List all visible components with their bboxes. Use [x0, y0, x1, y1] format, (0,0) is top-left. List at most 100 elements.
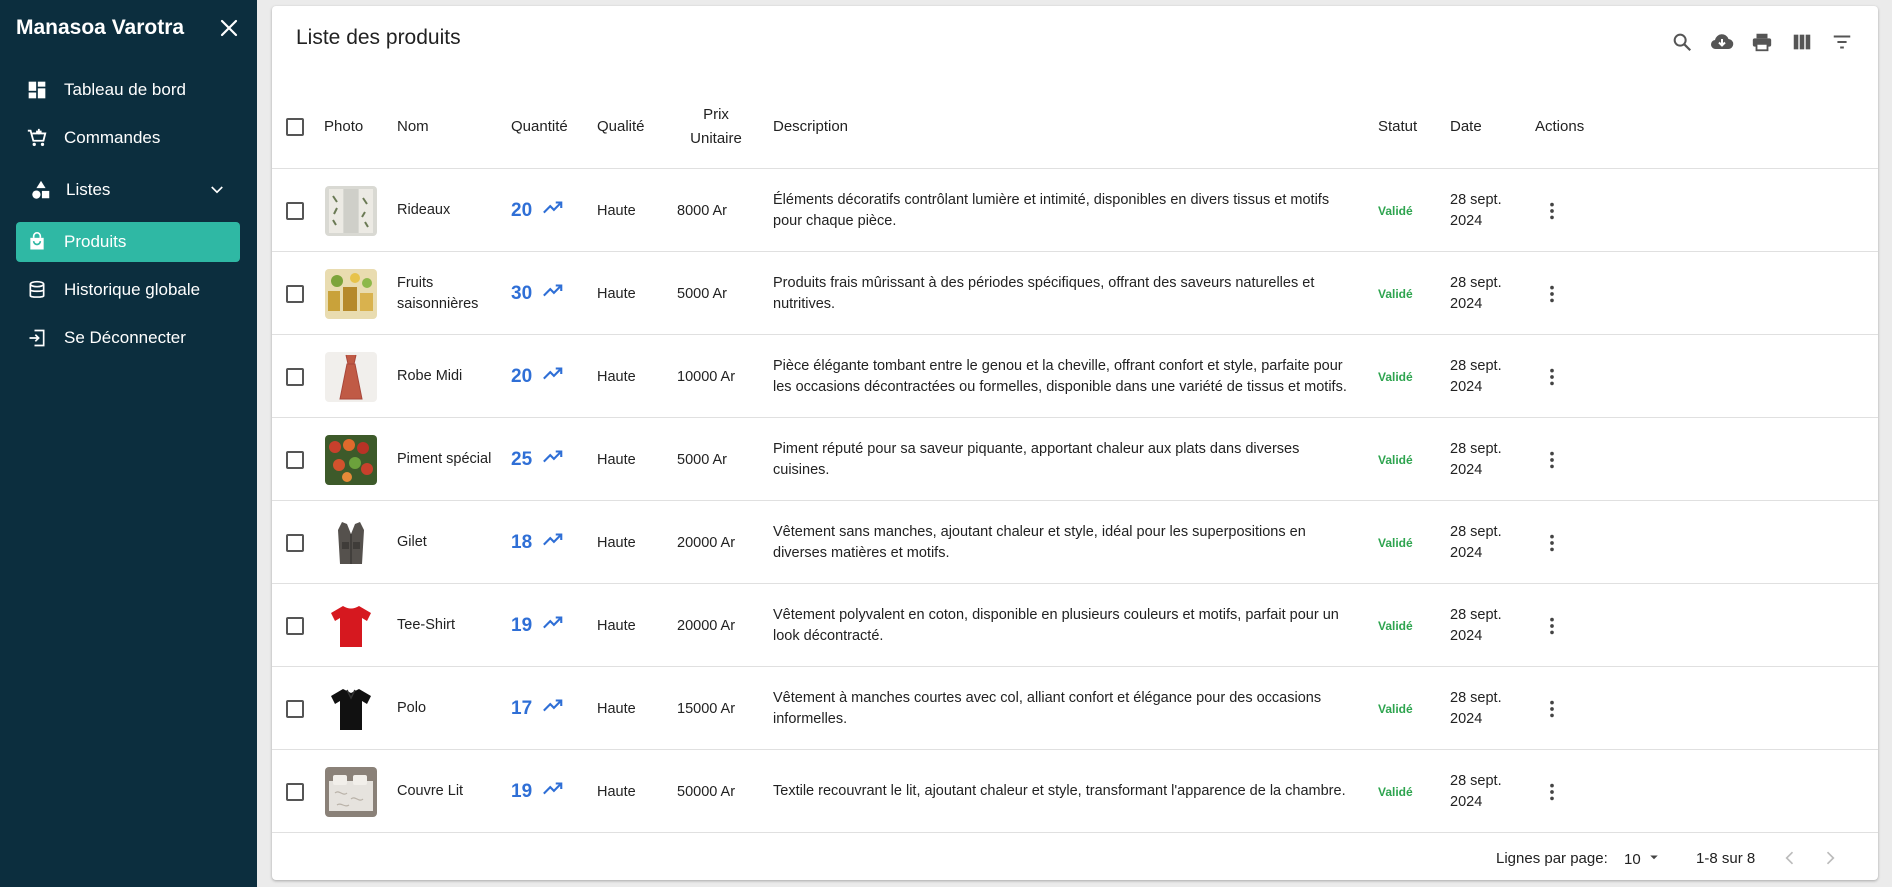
row-checkbox[interactable] — [286, 699, 304, 718]
sidebar-item-label: Commandes — [64, 128, 161, 147]
table-row[interactable]: Piment spécial 25 Haute 5000 Ar Piment r… — [272, 418, 1878, 501]
more-vertical-icon[interactable] — [1540, 448, 1564, 472]
download-cloud-icon[interactable] — [1708, 28, 1736, 56]
table-row[interactable]: Couvre Lit 19 Haute 50000 Ar Textile rec… — [272, 750, 1878, 833]
product-photo — [325, 268, 377, 319]
description-value: Vêtement à manches courtes avec col, all… — [773, 689, 1322, 727]
product-photo — [325, 351, 377, 402]
header-qualite[interactable]: Qualité — [597, 84, 645, 169]
quantity-value: 20 — [511, 363, 564, 391]
quantity-number: 19 — [511, 614, 533, 636]
date-cell: 28 sept. 2024 — [1450, 418, 1502, 501]
description-value: Éléments décoratifs contrôlant lumière e… — [773, 191, 1330, 229]
sidebar-item-tableau-de-bord[interactable]: Tableau de bord — [16, 70, 240, 110]
status-text: Validé — [1378, 203, 1413, 218]
date-line1: 28 sept. — [1450, 357, 1502, 374]
more-vertical-icon[interactable] — [1540, 282, 1564, 306]
select-all-checkbox[interactable] — [286, 117, 304, 136]
rows-per-page-value: 10 — [1624, 850, 1641, 868]
actions-cell — [1540, 335, 1564, 418]
chevron-down-icon[interactable] — [208, 181, 226, 199]
product-name: Robe Midi — [397, 368, 463, 384]
description-value: Pièce élégante tombant entre le genou et… — [773, 357, 1347, 395]
sidebar-item-commandes[interactable]: Commandes — [16, 118, 240, 158]
table-row[interactable]: Gilet 18 Haute 20000 Ar Vêtement sans ma… — [272, 501, 1878, 584]
row-checkbox[interactable] — [286, 533, 304, 552]
photo-cell — [325, 667, 377, 750]
status-badge: Validé — [1378, 501, 1413, 584]
sidebar-item-listes[interactable]: Listes — [16, 166, 240, 214]
date-line2: 2024 — [1450, 461, 1483, 478]
row-checkbox[interactable] — [286, 616, 304, 635]
table-header: Photo Nom Quantité Qualité Prix Unitaire… — [272, 84, 1878, 169]
header-quantite[interactable]: Quantité — [511, 84, 568, 169]
search-icon[interactable] — [1668, 28, 1696, 56]
description-value: Vêtement polyvalent en coton, disponible… — [773, 606, 1339, 644]
caret-down-icon — [1645, 848, 1663, 870]
filter-icon[interactable] — [1828, 28, 1856, 56]
actions-cell — [1540, 667, 1564, 750]
date-line2: 2024 — [1450, 710, 1483, 727]
quantity-value: 30 — [511, 280, 564, 308]
header-date[interactable]: Date — [1450, 84, 1482, 169]
row-checkbox[interactable] — [286, 284, 304, 303]
product-photo — [325, 185, 377, 236]
sidebar-item-se-deconnecter[interactable]: Se Déconnecter — [16, 318, 240, 358]
header-description[interactable]: Description — [773, 84, 848, 169]
row-checkbox[interactable] — [286, 201, 304, 220]
description-value: Vêtement sans manches, ajoutant chaleur … — [773, 523, 1306, 561]
price-value: 20000 Ar — [677, 617, 736, 634]
table-row[interactable]: Rideaux 20 Haute 8000 Ar Éléments décora… — [272, 169, 1878, 252]
table-row[interactable]: Robe Midi 20 Haute 10000 Ar Pièce élégan… — [272, 335, 1878, 418]
quantity-cell: 30 — [511, 252, 564, 335]
price-value: 5000 Ar — [677, 451, 727, 468]
table-row[interactable]: Tee-Shirt 19 Haute 20000 Ar Vêtement pol… — [272, 584, 1878, 667]
status-text: Validé — [1378, 784, 1413, 799]
table-row[interactable]: Polo 17 Haute 15000 Ar Vêtement à manche… — [272, 667, 1878, 750]
more-vertical-icon[interactable] — [1540, 614, 1564, 638]
chevron-left-icon[interactable] — [1778, 846, 1802, 870]
table-row[interactable]: Fruits saisonnières 30 Haute 5000 Ar Pro… — [272, 252, 1878, 335]
header-photo[interactable]: Photo — [324, 84, 363, 169]
photo-cell — [325, 418, 377, 501]
sidebar-item-produits[interactable]: Produits — [16, 222, 240, 262]
row-checkbox[interactable] — [286, 450, 304, 469]
photo-cell — [325, 584, 377, 667]
chevron-right-icon[interactable] — [1818, 846, 1842, 870]
status-text: Validé — [1378, 452, 1413, 467]
more-vertical-icon[interactable] — [1540, 697, 1564, 721]
header-prix-unitaire[interactable]: Prix Unitaire — [676, 84, 756, 169]
quantity-value: 20 — [511, 197, 564, 225]
row-checkbox-cell — [286, 667, 304, 750]
quality-value: Haute — [597, 202, 636, 219]
date-cell: 28 sept. 2024 — [1450, 584, 1502, 667]
close-icon[interactable] — [217, 16, 241, 40]
row-checkbox[interactable] — [286, 782, 304, 801]
row-checkbox-cell — [286, 335, 304, 418]
select-all-checkbox-cell — [286, 84, 304, 169]
quality-value: Haute — [597, 617, 636, 634]
date-line1: 28 sept. — [1450, 606, 1502, 623]
date-line2: 2024 — [1450, 378, 1483, 395]
header-nom[interactable]: Nom — [397, 84, 429, 169]
header-statut[interactable]: Statut — [1378, 84, 1417, 169]
print-icon[interactable] — [1748, 28, 1776, 56]
product-name: Tee-Shirt — [397, 617, 456, 633]
actions-cell — [1540, 584, 1564, 667]
product-photo — [325, 517, 377, 568]
row-checkbox[interactable] — [286, 367, 304, 386]
product-name: Polo — [397, 700, 427, 716]
status-badge: Validé — [1378, 667, 1413, 750]
quantity-cell: 19 — [511, 584, 564, 667]
more-vertical-icon[interactable] — [1540, 531, 1564, 555]
rows-per-page-select[interactable]: 10 — [1624, 848, 1663, 870]
quality-value: Haute — [597, 451, 636, 468]
more-vertical-icon[interactable] — [1540, 365, 1564, 389]
sidebar-item-historique-globale[interactable]: Historique globale — [16, 270, 240, 310]
columns-icon[interactable] — [1788, 28, 1816, 56]
more-vertical-icon[interactable] — [1540, 199, 1564, 223]
product-name: Rideaux — [397, 202, 451, 218]
product-name: Fruits saisonnières — [397, 274, 479, 312]
photo-cell — [325, 252, 377, 335]
more-vertical-icon[interactable] — [1540, 780, 1564, 804]
